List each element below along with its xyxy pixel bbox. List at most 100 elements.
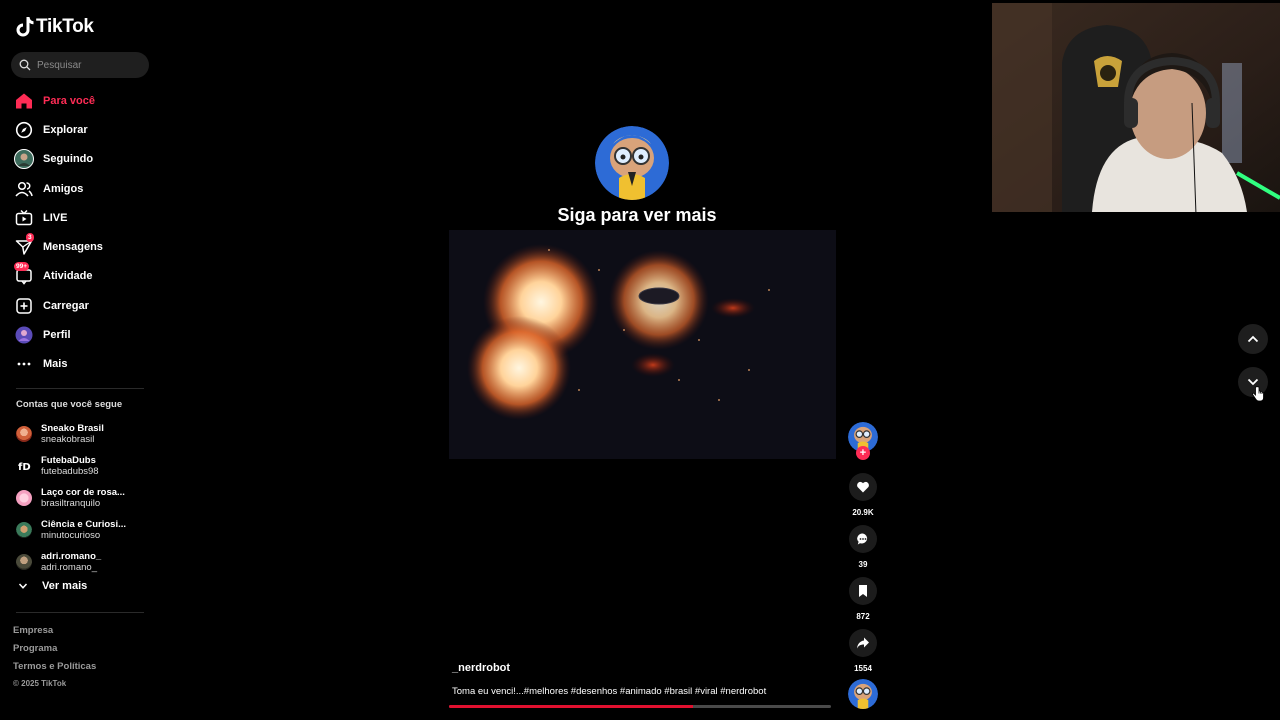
nav-label: Carregar: [43, 299, 89, 312]
brand-name: TikTok: [36, 16, 94, 37]
share-count: 1554: [854, 664, 872, 673]
account-handle: minutocurioso: [41, 530, 101, 541]
chevron-down-icon: [18, 583, 28, 589]
nerdrobot-avatar-image: [848, 679, 878, 709]
footer: Empresa Programa Termos e Políticas © 20…: [13, 625, 96, 688]
activity-icon: 99+: [14, 262, 34, 286]
profile-avatar-icon: [14, 325, 34, 345]
more-dots-icon: [14, 354, 34, 374]
account-name: adri.romano_: [41, 551, 102, 562]
sidebar: TikTok Para você Explorar Seguindo: [0, 0, 160, 720]
music-disc[interactable]: [848, 679, 878, 709]
footer-link-programa[interactable]: Programa: [13, 643, 96, 661]
nav-label: LIVE: [43, 211, 68, 224]
nav-item-para-voce[interactable]: Para você: [14, 86, 103, 115]
bookmark-icon: [859, 585, 867, 597]
nav-label: Para você: [43, 94, 95, 107]
following-section-title: Contas que você segue: [16, 399, 123, 410]
avatar: [16, 554, 32, 570]
search-bar[interactable]: [11, 52, 149, 78]
messages-badge: 3: [26, 233, 34, 243]
account-handle: futebadubs98: [41, 466, 99, 477]
streamer-webcam: [992, 3, 1280, 212]
upload-plus-icon: [14, 296, 34, 316]
following-account[interactable]: adri.romano_ adri.romano_: [16, 546, 126, 578]
like-button[interactable]: [849, 473, 877, 501]
nav-item-mensagens[interactable]: 3 Mensagens: [14, 232, 103, 261]
comment-button[interactable]: [849, 525, 877, 553]
search-input[interactable]: [37, 59, 137, 71]
account-name: Sneako Brasil: [41, 423, 104, 434]
divider: [16, 388, 144, 389]
nav-label: Atividade: [43, 270, 93, 283]
nerdrobot-avatar-image: [595, 126, 669, 200]
video-frame-explosion: [449, 230, 836, 459]
video-progress-fill: [449, 705, 694, 708]
footer-link-termos[interactable]: Termos e Políticas: [13, 661, 96, 679]
account-name: FutebaDubs: [41, 455, 96, 466]
video-description: Toma eu venci!...#melhores #desenhos #an…: [452, 686, 767, 697]
avatar: fD: [16, 458, 32, 474]
nav-label: Seguindo: [43, 153, 94, 166]
nav-label: Mais: [43, 358, 68, 371]
nav-label: Amigos: [43, 182, 84, 195]
activity-badge: 99+: [14, 262, 30, 272]
nav-label: Perfil: [43, 329, 71, 342]
see-more-button[interactable]: Ver mais: [18, 580, 87, 592]
comment-icon: [857, 533, 868, 545]
video-author-username[interactable]: _nerdrobot: [452, 662, 510, 674]
account-name: Ciência e Curiosi...: [41, 519, 126, 530]
previous-video-button[interactable]: [1238, 324, 1268, 354]
share-button[interactable]: [849, 629, 877, 657]
save-count: 872: [856, 612, 870, 621]
compass-icon: [14, 120, 34, 140]
nav-item-perfil[interactable]: Perfil: [14, 320, 103, 349]
comment-count: 39: [858, 560, 868, 569]
divider: [16, 612, 144, 613]
copyright: © 2025 TikTok: [13, 679, 67, 688]
webcam-image: [992, 3, 1280, 212]
like-count: 20.9K: [852, 508, 874, 517]
following-avatar-icon: [14, 149, 34, 170]
friends-icon: [14, 179, 34, 199]
svg-text:fD: fD: [18, 462, 31, 473]
avatar: [16, 490, 32, 506]
paper-plane-icon: 3: [14, 233, 34, 257]
nav-item-amigos[interactable]: Amigos: [14, 174, 103, 203]
following-account[interactable]: Ciência e Curiosi... minutocurioso: [16, 514, 126, 546]
nav-item-atividade[interactable]: 99+ Atividade: [14, 262, 103, 291]
footer-link-empresa[interactable]: Empresa: [13, 625, 96, 643]
heart-icon: [857, 481, 869, 493]
account-handle: brasiltranquilo: [41, 498, 101, 509]
see-more-label: Ver mais: [42, 580, 88, 592]
avatar: [16, 426, 32, 442]
nav-item-seguindo[interactable]: Seguindo: [14, 145, 103, 174]
main-nav: Para você Explorar Seguindo Amigos LIVE: [14, 86, 103, 379]
nav-label: Explorar: [43, 123, 88, 136]
home-icon: [14, 91, 34, 111]
account-handle: adri.romano_: [41, 562, 97, 573]
nav-item-live[interactable]: LIVE: [14, 203, 103, 232]
following-account[interactable]: Sneako Brasil sneakobrasil: [16, 418, 126, 450]
account-handle: sneakobrasil: [41, 434, 95, 445]
search-icon: [19, 59, 31, 71]
nav-item-explorar[interactable]: Explorar: [14, 115, 103, 144]
tiktok-logo[interactable]: TikTok: [16, 16, 94, 38]
following-accounts-list: Sneako Brasil sneakobrasil fD FutebaDubs f…: [16, 418, 126, 578]
follow-prompt: Siga para ver mais: [557, 205, 717, 225]
video-progress-bar[interactable]: [449, 705, 831, 708]
tiktok-logo-icon: [16, 17, 34, 37]
avatar: [16, 522, 32, 538]
nav-item-mais[interactable]: Mais: [14, 350, 103, 379]
following-account[interactable]: fD FutebaDubs futebadubs98: [16, 450, 126, 482]
save-button[interactable]: [849, 577, 877, 605]
video-player[interactable]: [449, 230, 836, 459]
share-arrow-icon: [857, 637, 869, 649]
following-account[interactable]: Laço cor de rosa... brasiltranquilo: [16, 482, 126, 514]
follow-plus-button[interactable]: +: [856, 446, 870, 460]
chevron-up-icon: [1247, 335, 1259, 343]
nav-item-carregar[interactable]: Carregar: [14, 291, 103, 320]
hand-cursor-icon: [1252, 386, 1264, 402]
creator-avatar-large[interactable]: [595, 126, 669, 200]
live-tv-icon: [14, 208, 34, 228]
